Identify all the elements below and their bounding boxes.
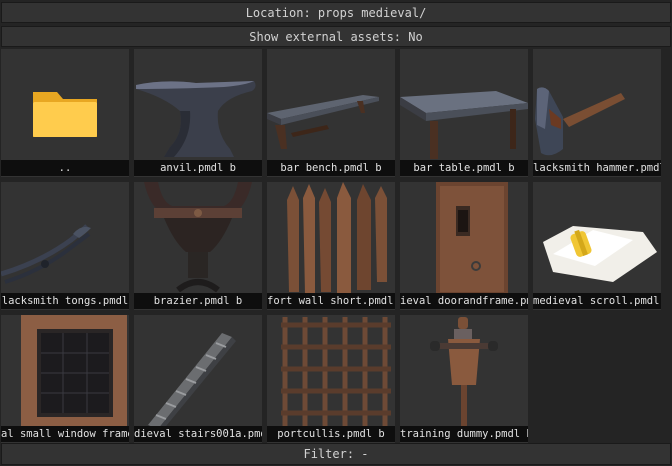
asset-tile-portcullis[interactable]: portcullis.pmdl b — [267, 315, 395, 443]
asset-tile-parent-folder[interactable]: .. — [1, 49, 129, 177]
filter-bar[interactable]: Filter: - — [1, 443, 671, 465]
asset-label: fort wall short.pmdl b — [267, 293, 395, 309]
table-thumbnail — [400, 91, 528, 159]
asset-label: portcullis.pmdl b — [267, 426, 395, 442]
asset-label: lacksmith tongs.pmdl — [1, 293, 129, 309]
asset-label: training dummy.pmdl b — [400, 426, 528, 442]
asset-tile-small-window-frame[interactable]: al small window frame — [1, 315, 129, 443]
asset-label: brazier.pmdl b — [134, 293, 262, 309]
tongs-thumbnail — [1, 224, 91, 284]
asset-label: ieval doorandframe.pmc — [400, 293, 528, 309]
location-bar: Location: props medieval/ — [1, 2, 671, 23]
asset-tile-blacksmith-hammer[interactable]: lacksmith hammer.pmdl — [533, 49, 661, 177]
door-thumbnail — [436, 182, 508, 294]
filter-label: Filter: - — [303, 447, 369, 461]
asset-tile-anvil[interactable]: anvil.pmdl b — [134, 49, 262, 177]
asset-tile-bar-bench[interactable]: bar bench.pmdl b — [267, 49, 395, 177]
location-label: Location: props medieval/ — [245, 6, 427, 20]
stairs-thumbnail — [148, 333, 236, 431]
asset-tile-training-dummy[interactable]: training dummy.pmdl b — [400, 315, 528, 443]
external-assets-toggle[interactable]: Show external assets: No — [1, 26, 671, 47]
scroll-thumbnail — [543, 226, 657, 282]
asset-tile-bar-table[interactable]: bar table.pmdl b — [400, 49, 528, 177]
asset-tile-door-and-frame[interactable]: ieval doorandframe.pmc — [400, 182, 528, 310]
asset-label: medieval scroll.pmdl b — [533, 293, 661, 309]
asset-label: bar table.pmdl b — [400, 160, 528, 176]
window-thumbnail — [21, 315, 127, 427]
asset-label: anvil.pmdl b — [134, 160, 262, 176]
fort-wall-thumbnail — [287, 182, 387, 294]
external-assets-label: Show external assets: No — [249, 30, 423, 44]
anvil-thumbnail — [136, 81, 256, 157]
asset-label: al small window frame — [1, 426, 129, 442]
portcullis-thumbnail — [281, 317, 391, 427]
brazier-thumbnail — [144, 182, 252, 293]
bench-thumbnail — [267, 95, 379, 149]
asset-label: lacksmith hammer.pmdl — [533, 160, 661, 176]
asset-label: bar bench.pmdl b — [267, 160, 395, 176]
asset-tile-medieval-scroll[interactable]: medieval scroll.pmdl b — [533, 182, 661, 310]
asset-tile-stairs[interactable]: dieval stairs001a.pmd — [134, 315, 262, 443]
asset-tile-blacksmith-tongs[interactable]: lacksmith tongs.pmdl — [1, 182, 129, 310]
dummy-thumbnail — [430, 317, 498, 427]
folder-icon — [33, 92, 97, 137]
asset-label: dieval stairs001a.pmd — [134, 426, 262, 442]
asset-grid: .. anvil.pmdl b bar bench.pmdl b bar tab… — [0, 49, 672, 443]
asset-tile-fort-wall-short[interactable]: fort wall short.pmdl b — [267, 182, 395, 310]
hammer-thumbnail — [535, 87, 625, 156]
asset-tile-brazier[interactable]: brazier.pmdl b — [134, 182, 262, 310]
asset-label: .. — [1, 160, 129, 176]
